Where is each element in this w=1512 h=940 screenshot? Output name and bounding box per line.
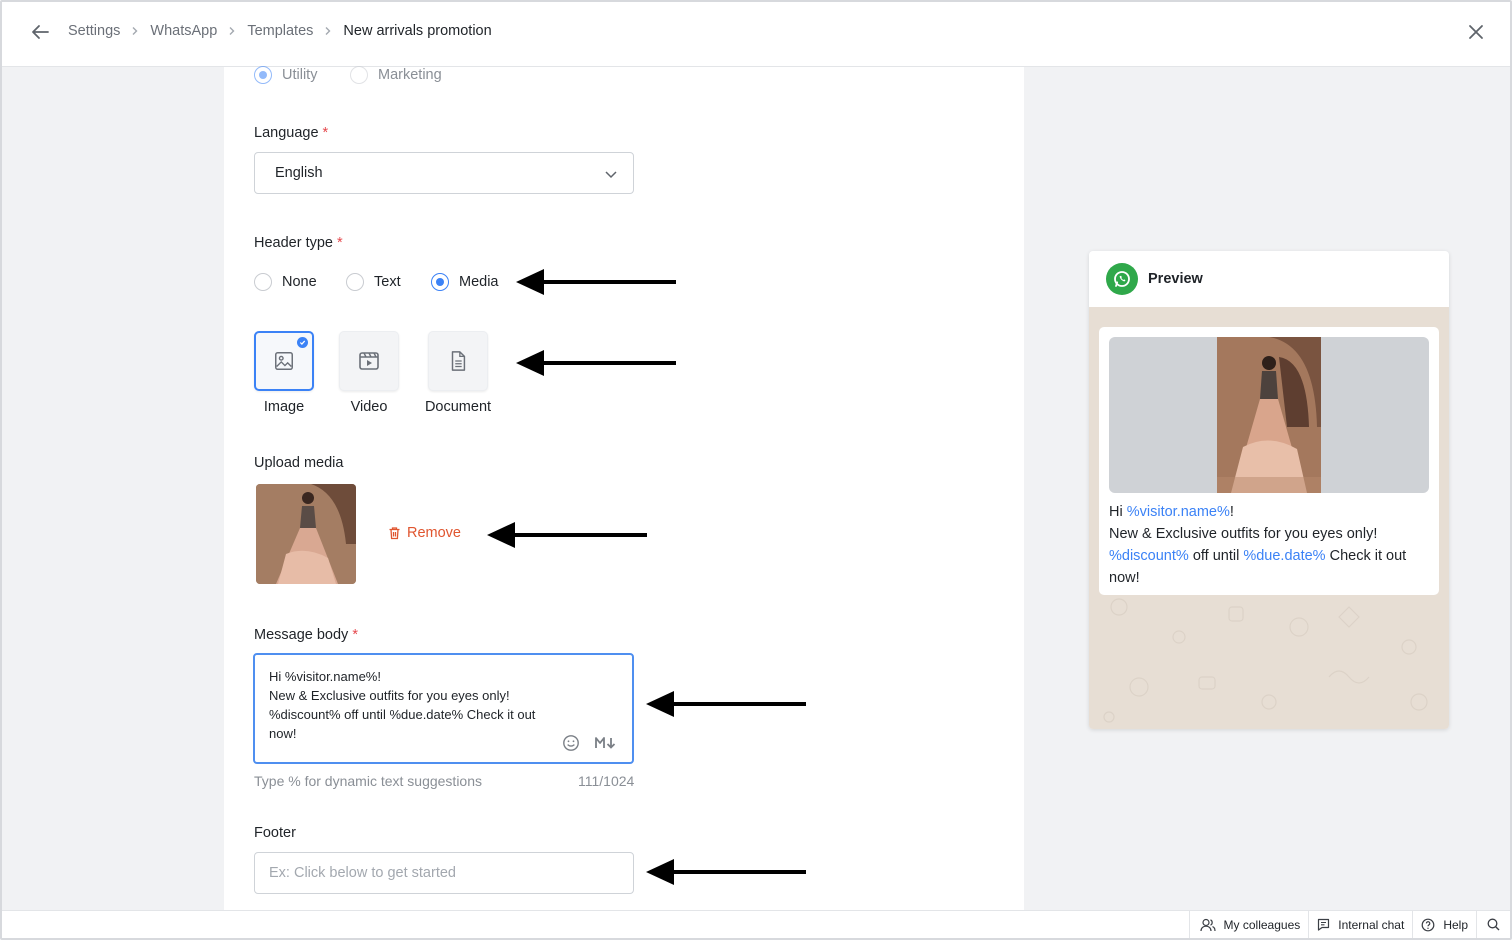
template-form: Utility Marketing Language * English Head… [224,66,1024,912]
breadcrumb-settings[interactable]: Settings [68,23,120,39]
media-option-image[interactable]: Image [239,331,329,415]
annotation-arrow [646,691,806,717]
media-option-box[interactable] [254,331,314,391]
search-icon [1487,918,1500,931]
back-arrow-icon[interactable] [28,20,52,44]
preview-header: Preview [1089,251,1449,307]
whatsapp-icon [1106,263,1138,295]
annotation-arrow [646,859,806,885]
header-type-radio-none[interactable]: None [254,273,317,291]
preview-image [1217,337,1321,493]
breadcrumb-whatsapp[interactable]: WhatsApp [150,23,217,39]
annotation-arrow [516,269,676,295]
help-icon [1421,918,1435,931]
media-option-box[interactable] [428,331,488,391]
trash-icon [389,527,400,540]
category-radio-marketing[interactable]: Marketing [350,66,442,84]
message-bubble: Hi %visitor.name%! New & Exclusive outfi… [1099,327,1439,595]
chat-background: Hi %visitor.name%! New & Exclusive outfi… [1089,307,1449,729]
header-type-radio-text[interactable]: Text [346,273,401,291]
preview-title: Preview [1148,271,1203,287]
message-body-label: Message body * [254,627,358,643]
chat-icon [1318,918,1330,931]
annotation-arrow [516,350,676,376]
uploaded-image-thumbnail [256,484,356,584]
video-icon [359,352,379,370]
upload-media-label: Upload media [254,455,344,471]
language-select[interactable]: English [254,152,634,194]
markdown-icon[interactable] [594,736,618,750]
chevron-right-icon [319,22,337,40]
check-icon [297,337,308,348]
chevron-right-icon [223,22,241,40]
footer-label: Footer [254,825,296,841]
message-body-textarea[interactable]: Hi %visitor.name%! New & Exclusive outfi… [253,653,634,764]
preview-media [1109,337,1429,493]
remove-media-button[interactable]: Remove [388,525,461,541]
close-icon[interactable] [1464,20,1488,44]
radio-selected[interactable] [254,66,272,84]
header-type-radio-media[interactable]: Media [431,273,499,291]
my-colleagues-button[interactable]: My colleagues [1188,911,1309,938]
breadcrumb: Settings WhatsApp Templates New arrivals… [68,22,492,40]
breadcrumb-current: New arrivals promotion [343,23,492,39]
whatsapp-preview-card: Preview Hi %visitor.name%! New & Exclusi… [1089,251,1449,729]
document-icon [451,351,466,371]
media-option-video[interactable]: Video [324,331,414,415]
preview-message-text: Hi %visitor.name%! New & Exclusive outfi… [1109,504,1407,586]
breadcrumb-templates[interactable]: Templates [247,23,313,39]
bottom-status-bar: My colleagues Internal chat Help [2,910,1510,938]
colleagues-icon [1199,918,1216,931]
message-body-helper: Type % for dynamic text suggestions [254,773,482,789]
search-button[interactable] [1476,911,1510,938]
chevron-right-icon [126,22,144,40]
radio-unselected[interactable] [346,273,364,291]
chevron-down-icon [605,171,617,179]
top-bar: Settings WhatsApp Templates New arrivals… [2,2,1510,67]
category-radio-utility[interactable]: Utility [254,66,317,84]
radio-unselected[interactable] [350,66,368,84]
character-counter: 111/1024 [578,773,635,789]
media-option-box[interactable] [339,331,399,391]
internal-chat-button[interactable]: Internal chat [1308,911,1412,938]
help-button[interactable]: Help [1412,911,1476,938]
radio-unselected[interactable] [254,273,272,291]
header-type-label: Header type * [254,235,343,251]
app-window: Settings WhatsApp Templates New arrivals… [0,0,1512,940]
emoji-icon[interactable] [562,734,580,752]
footer-input[interactable] [254,852,634,894]
annotation-arrow [487,522,647,548]
image-icon [275,352,293,370]
radio-selected[interactable] [431,273,449,291]
language-label: Language * [254,125,329,141]
language-value: English [275,165,323,181]
media-option-document[interactable]: Document [413,331,503,415]
